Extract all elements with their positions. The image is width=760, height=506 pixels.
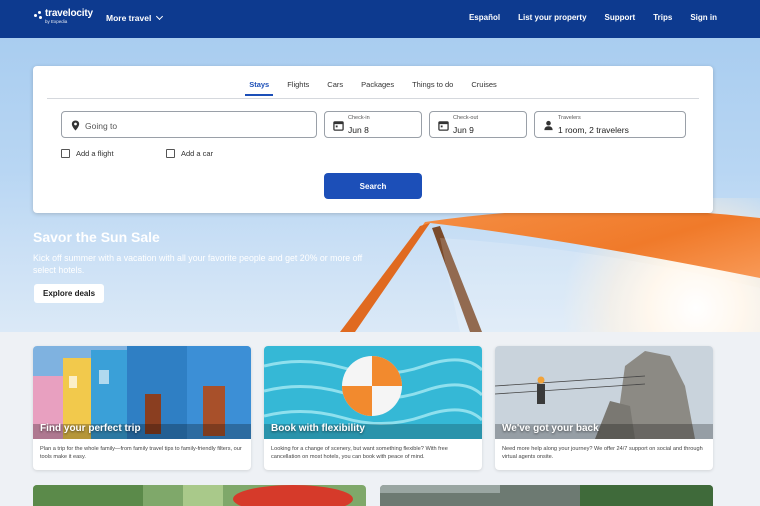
calendar-icon	[333, 121, 344, 131]
search-tabs: Stays Flights Cars Packages Things to do…	[33, 80, 713, 96]
check-out-field[interactable]: Check-out Jun 9	[429, 111, 527, 138]
more-travel-menu[interactable]: More travel	[106, 12, 164, 23]
nav-link-trips[interactable]: Trips	[653, 13, 672, 22]
travelocity-logo[interactable]: travelocity by Expedia	[34, 9, 93, 25]
logo-name: travelocity	[45, 8, 93, 19]
tab-divider	[47, 98, 699, 99]
add-flight-option[interactable]: Add a flight	[61, 149, 114, 158]
promo-image-forest[interactable]	[380, 485, 713, 506]
nav-link-sign-in[interactable]: Sign in	[690, 13, 717, 22]
promo-description: Kick off summer with a vacation with all…	[33, 253, 363, 275]
person-icon	[544, 120, 553, 131]
card-title: Book with flexibility	[271, 423, 365, 434]
logo-mark-icon	[34, 11, 43, 20]
travelers-value: 1 room, 2 travelers	[558, 125, 629, 135]
add-car-checkbox[interactable]	[166, 149, 175, 158]
search-button[interactable]: Search	[324, 173, 422, 199]
chevron-down-icon	[156, 12, 164, 21]
going-to-placeholder: Going to	[85, 121, 118, 131]
nav-link-support[interactable]: Support	[605, 13, 636, 22]
travelers-label: Travelers	[558, 115, 581, 121]
card-text: Plan a trip for the whole family—from fa…	[40, 446, 242, 460]
tab-cruises[interactable]: Cruises	[471, 80, 496, 95]
card-find-trip[interactable]: Find your perfect trip Plan a trip for t…	[33, 346, 251, 470]
add-car-label: Add a car	[181, 149, 214, 158]
nav-link-list-property[interactable]: List your property	[518, 13, 586, 22]
card-title: Find your perfect trip	[40, 423, 141, 434]
calendar-icon	[438, 121, 449, 131]
logo-sub: by Expedia	[45, 19, 68, 24]
top-navigation: travelocity by Expedia More travel Españ…	[0, 0, 760, 38]
tab-flights[interactable]: Flights	[287, 80, 309, 95]
check-out-label: Check-out	[453, 115, 479, 121]
forest-image	[380, 485, 713, 506]
promo-title: Savor the Sun Sale	[33, 229, 160, 245]
tab-things-to-do[interactable]: Things to do	[412, 80, 453, 95]
card-support[interactable]: We've got your back Need more help along…	[495, 346, 713, 470]
card-book-flexibility[interactable]: Book with flexibility Looking for a chan…	[264, 346, 482, 470]
add-car-option[interactable]: Add a car	[166, 149, 213, 158]
tab-cars[interactable]: Cars	[327, 80, 343, 95]
palm-tree-image	[33, 485, 366, 506]
check-out-value: Jun 9	[453, 125, 474, 135]
card-text: Looking for a change of scenery, but wan…	[271, 446, 448, 460]
check-in-value: Jun 8	[348, 125, 369, 135]
search-panel: Stays Flights Cars Packages Things to do…	[33, 66, 713, 213]
tab-stays[interactable]: Stays	[245, 80, 274, 96]
nav-link-espanol[interactable]: Español	[469, 13, 500, 22]
card-text: Need more help along your journey? We of…	[502, 446, 703, 460]
add-flight-label: Add a flight	[76, 149, 114, 158]
location-pin-icon	[71, 120, 80, 131]
travelers-field[interactable]: Travelers 1 room, 2 travelers	[534, 111, 686, 138]
tab-packages[interactable]: Packages	[361, 80, 394, 95]
check-in-label: Check-in	[348, 115, 370, 121]
going-to-input[interactable]: Going to	[61, 111, 317, 138]
explore-deals-button[interactable]: Explore deals	[34, 284, 105, 303]
more-travel-label: More travel	[106, 13, 152, 23]
card-title: We've got your back	[502, 423, 599, 434]
check-in-field[interactable]: Check-in Jun 8	[324, 111, 422, 138]
header-links: Español List your property Support Trips…	[469, 13, 717, 22]
promo-image-palms[interactable]	[33, 485, 366, 506]
add-flight-checkbox[interactable]	[61, 149, 70, 158]
